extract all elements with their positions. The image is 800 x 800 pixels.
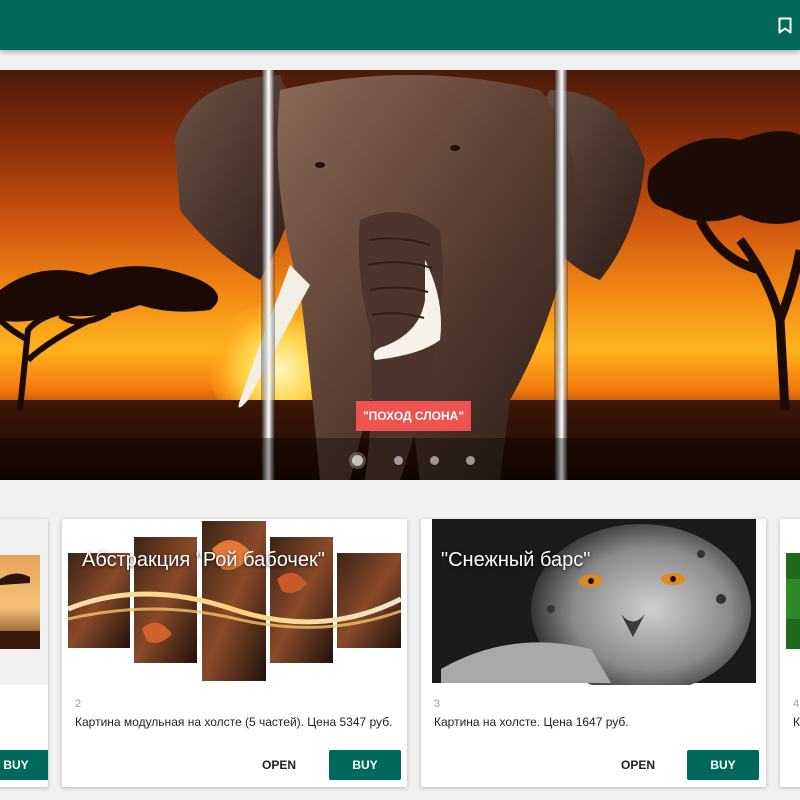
product-card-3: "Снежный барс" 3 Картина на холсте. Цена… — [421, 519, 766, 787]
slide-caption-badge[interactable]: "ПОХОД СЛОНА" — [356, 401, 471, 431]
buy-button[interactable]: BUY — [329, 750, 401, 780]
card-number: 4 — [793, 698, 800, 710]
card-image — [780, 519, 800, 685]
buy-button[interactable]: BUY — [0, 750, 48, 780]
slider-dot-1[interactable] — [348, 452, 384, 468]
card-number: 2 — [75, 698, 82, 710]
panel-divider — [554, 70, 568, 480]
card-description: Картина на холсте. Цена 1647 руб. — [434, 715, 629, 729]
card-image — [62, 519, 407, 685]
card-description: Картина модульная на холсте (5 частей). … — [75, 715, 393, 729]
buy-button[interactable]: BUY — [687, 750, 759, 780]
card-image — [421, 519, 766, 685]
slider-dot-3[interactable] — [420, 452, 456, 468]
card-title: Абстракция "Рой бабочек" — [82, 549, 325, 571]
card-image — [0, 519, 48, 685]
product-card-4: 4 К — [780, 519, 800, 787]
card-description: К — [793, 715, 800, 729]
open-button[interactable]: OPEN — [608, 750, 668, 780]
product-card-2: Абстракция "Рой бабочек" 2 Картина модул… — [62, 519, 407, 787]
bookmark-icon[interactable] — [774, 14, 796, 36]
slider-dot-4[interactable] — [456, 452, 492, 468]
open-button[interactable]: OPEN — [249, 750, 309, 780]
card-title: "Снежный барс" — [441, 549, 591, 571]
product-card-1: BUY — [0, 519, 48, 787]
app-bar — [0, 0, 800, 50]
panel-divider — [261, 70, 275, 480]
slider-dots — [348, 452, 492, 468]
card-number: 3 — [434, 698, 441, 710]
hero-slider[interactable]: "ПОХОД СЛОНА" — [0, 70, 800, 480]
slider-dot-2[interactable] — [384, 452, 420, 468]
